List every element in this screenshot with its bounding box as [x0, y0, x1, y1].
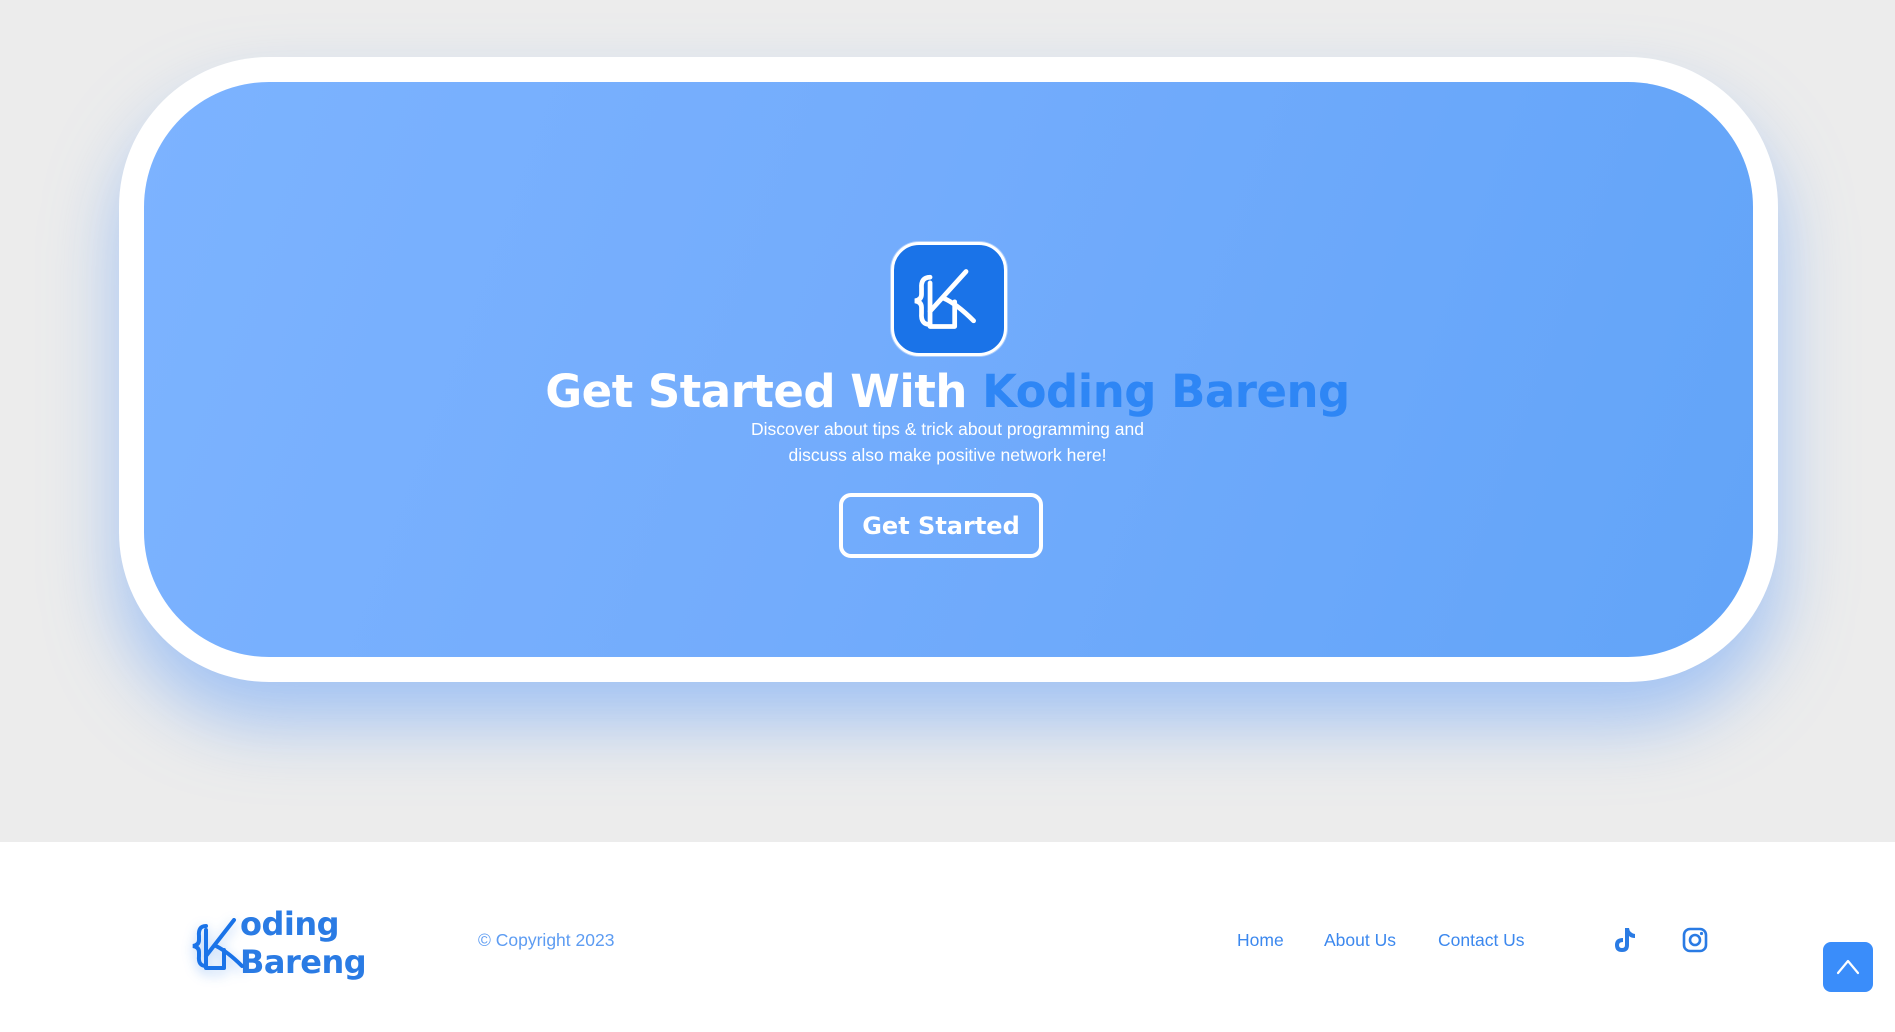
footer-brand-logo[interactable]: oding Bareng	[190, 905, 455, 981]
copyright-text: © Copyright 2023	[478, 930, 615, 950]
footer-nav-home[interactable]: Home	[1237, 930, 1284, 951]
koding-bareng-mark-icon	[192, 918, 244, 970]
instagram-icon[interactable]	[1680, 925, 1710, 955]
hero-description-line-1: Discover about tips & trick about progra…	[751, 419, 1144, 439]
footer-nav-contact-us[interactable]: Contact Us	[1438, 930, 1525, 951]
hero-title: Get Started With Koding Bareng	[0, 364, 1895, 420]
get-started-button[interactable]: Get Started	[839, 493, 1043, 558]
footer-nav-about-us[interactable]: About Us	[1324, 930, 1396, 951]
back-to-top-button[interactable]	[1823, 942, 1873, 992]
footer-brand-text: oding Bareng	[240, 905, 367, 981]
hero-description-line-2: discuss also make positive network here!	[788, 445, 1107, 465]
logo-svg	[914, 269, 976, 329]
tiktok-icon[interactable]	[1609, 925, 1639, 955]
chevron-up-icon	[1836, 959, 1860, 975]
footer: oding Bareng © Copyright 2023 Home About…	[0, 842, 1895, 1032]
hero-title-accent: Koding Bareng	[982, 365, 1350, 418]
hero-description: Discover about tips & trick about progra…	[0, 416, 1895, 468]
koding-bareng-logo-icon	[891, 242, 1007, 356]
hero-title-main: Get Started With	[545, 365, 983, 418]
